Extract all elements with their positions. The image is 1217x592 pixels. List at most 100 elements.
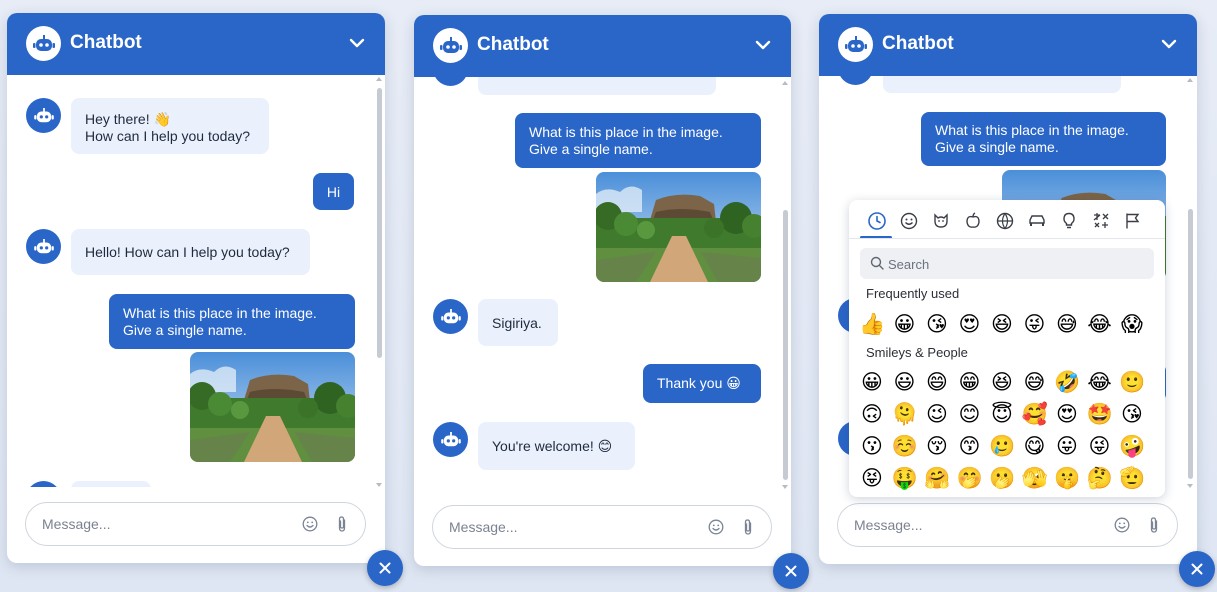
- chevron-down-icon[interactable]: [349, 37, 365, 49]
- emoji-button[interactable]: 🤔: [1087, 465, 1113, 491]
- emoji-button[interactable]: 🤑: [892, 465, 918, 491]
- message-input[interactable]: [42, 514, 272, 534]
- shared-photo[interactable]: [190, 352, 355, 462]
- emoji-button[interactable]: 😍: [957, 311, 983, 337]
- paperclip-icon[interactable]: [1147, 516, 1161, 534]
- emoji-button[interactable]: 😍: [1054, 401, 1080, 427]
- close-icon: [1191, 563, 1203, 575]
- emoji-button[interactable]: 😝: [859, 465, 885, 491]
- emoji-button[interactable]: 😱: [1119, 311, 1145, 337]
- robot-icon: [440, 431, 461, 446]
- scroll-down-arrow[interactable]: [376, 483, 382, 487]
- scrollbar-thumb[interactable]: [377, 88, 382, 358]
- chevron-down-icon[interactable]: [755, 39, 771, 51]
- emoji-button[interactable]: 🫡: [1119, 465, 1145, 491]
- emoji-button[interactable]: 😅: [1022, 369, 1048, 395]
- emoji-button[interactable]: 🤗: [924, 465, 950, 491]
- category-divider: [849, 238, 1165, 239]
- emoji-button[interactable]: 😉: [924, 401, 950, 427]
- scrollbar-thumb[interactable]: [1188, 209, 1193, 479]
- smiley-icon[interactable]: [899, 211, 919, 231]
- emoji-button[interactable]: 😀: [892, 311, 918, 337]
- emoji-button[interactable]: 😄: [924, 369, 950, 395]
- emoji-button[interactable]: 😘: [1119, 401, 1145, 427]
- emoji-button[interactable]: 🤭: [957, 465, 983, 491]
- scrollbar-thumb[interactable]: [783, 210, 788, 480]
- emoji-button[interactable]: 😂: [1087, 369, 1113, 395]
- emoji-button[interactable]: 🥲: [989, 433, 1015, 459]
- message-input-bar: [837, 503, 1178, 547]
- bot-message: You're welcome! 😊: [478, 422, 635, 470]
- message-text: Give a single name.: [529, 141, 653, 157]
- bot-message: Sigiriya.: [478, 299, 558, 346]
- message-list: What is this place in the image. Give a …: [414, 77, 791, 490]
- globe-icon[interactable]: [995, 211, 1015, 231]
- chevron-down-icon[interactable]: [1161, 38, 1177, 50]
- shared-photo[interactable]: [596, 172, 761, 282]
- emoji-button[interactable]: 🫠: [892, 401, 918, 427]
- emoji-button[interactable]: 🙂: [1119, 369, 1145, 395]
- lightbulb-icon[interactable]: [1059, 211, 1079, 231]
- emoji-button[interactable]: 😚: [924, 433, 950, 459]
- emoji-button[interactable]: 😁: [957, 369, 983, 395]
- emoji-button[interactable]: 😃: [892, 369, 918, 395]
- emoji-button[interactable]: 🫢: [989, 465, 1015, 491]
- bot-avatar: [26, 98, 61, 133]
- emoji-button[interactable]: 😗: [859, 433, 885, 459]
- symbols-icon[interactable]: [1091, 211, 1111, 231]
- emoji-button[interactable]: 😜: [1022, 311, 1048, 337]
- food-icon[interactable]: [963, 211, 983, 231]
- emoji-button[interactable]: 🤣: [1054, 369, 1080, 395]
- bot-avatar: [26, 229, 61, 264]
- emoji-button[interactable]: 🥰: [1022, 401, 1048, 427]
- scroll-up-arrow[interactable]: [782, 81, 788, 85]
- emoji-button[interactable]: 😋: [1022, 433, 1048, 459]
- car-icon[interactable]: [1027, 211, 1047, 231]
- message-input[interactable]: [449, 517, 679, 537]
- emoji-picker-icon[interactable]: [708, 519, 724, 535]
- emoji-button[interactable]: 😇: [989, 401, 1015, 427]
- paperclip-icon[interactable]: [741, 518, 755, 536]
- animal-icon[interactable]: [931, 211, 951, 231]
- emoji-button[interactable]: 😙: [957, 433, 983, 459]
- emoji-button[interactable]: 🤪: [1119, 433, 1145, 459]
- close-icon: [785, 565, 797, 577]
- chat-header: Chatbot: [819, 14, 1197, 76]
- emoji-search-input[interactable]: [888, 255, 1128, 273]
- flag-icon[interactable]: [1123, 211, 1143, 231]
- emoji-picker-icon[interactable]: [1114, 517, 1130, 533]
- message-input[interactable]: [854, 515, 1084, 535]
- emoji-button[interactable]: 😂: [1087, 311, 1113, 337]
- close-chat-button[interactable]: [1179, 551, 1215, 587]
- emoji-button[interactable]: 🤫: [1054, 465, 1080, 491]
- robot-icon: [33, 238, 54, 253]
- user-message: Thank you 😀: [643, 364, 761, 403]
- emoji-button[interactable]: 😆: [989, 311, 1015, 337]
- emoji-button[interactable]: 😜: [1087, 433, 1113, 459]
- emoji-picker-icon[interactable]: [302, 516, 318, 532]
- close-chat-button[interactable]: [367, 550, 403, 586]
- emoji-button[interactable]: 🫣: [1022, 465, 1048, 491]
- emoji-category-bar: [859, 208, 1155, 239]
- emoji-button[interactable]: ☺️: [892, 433, 918, 459]
- emoji-button[interactable]: 👍: [859, 311, 885, 337]
- emoji-button[interactable]: 😀: [859, 369, 885, 395]
- emoji-button[interactable]: 😆: [989, 369, 1015, 395]
- bot-avatar: [433, 77, 468, 86]
- emoji-button[interactable]: 😘: [924, 311, 950, 337]
- close-chat-button[interactable]: [773, 553, 809, 589]
- robot-icon: [33, 107, 54, 122]
- paperclip-icon[interactable]: [335, 515, 349, 533]
- scroll-down-arrow[interactable]: [782, 485, 788, 489]
- emoji-button[interactable]: 🤩: [1087, 401, 1113, 427]
- clock-icon[interactable]: [867, 211, 887, 231]
- emoji-button[interactable]: 😛: [1054, 433, 1080, 459]
- message-text: How can I help you today?: [85, 128, 250, 144]
- scroll-up-arrow[interactable]: [1187, 78, 1193, 82]
- scroll-up-arrow[interactable]: [376, 77, 382, 81]
- emoji-button[interactable]: 🙃: [859, 401, 885, 427]
- scroll-down-arrow[interactable]: [1187, 484, 1193, 488]
- emoji-button[interactable]: 😊: [957, 401, 983, 427]
- bot-avatar: [838, 76, 873, 85]
- emoji-button[interactable]: 😅: [1054, 311, 1080, 337]
